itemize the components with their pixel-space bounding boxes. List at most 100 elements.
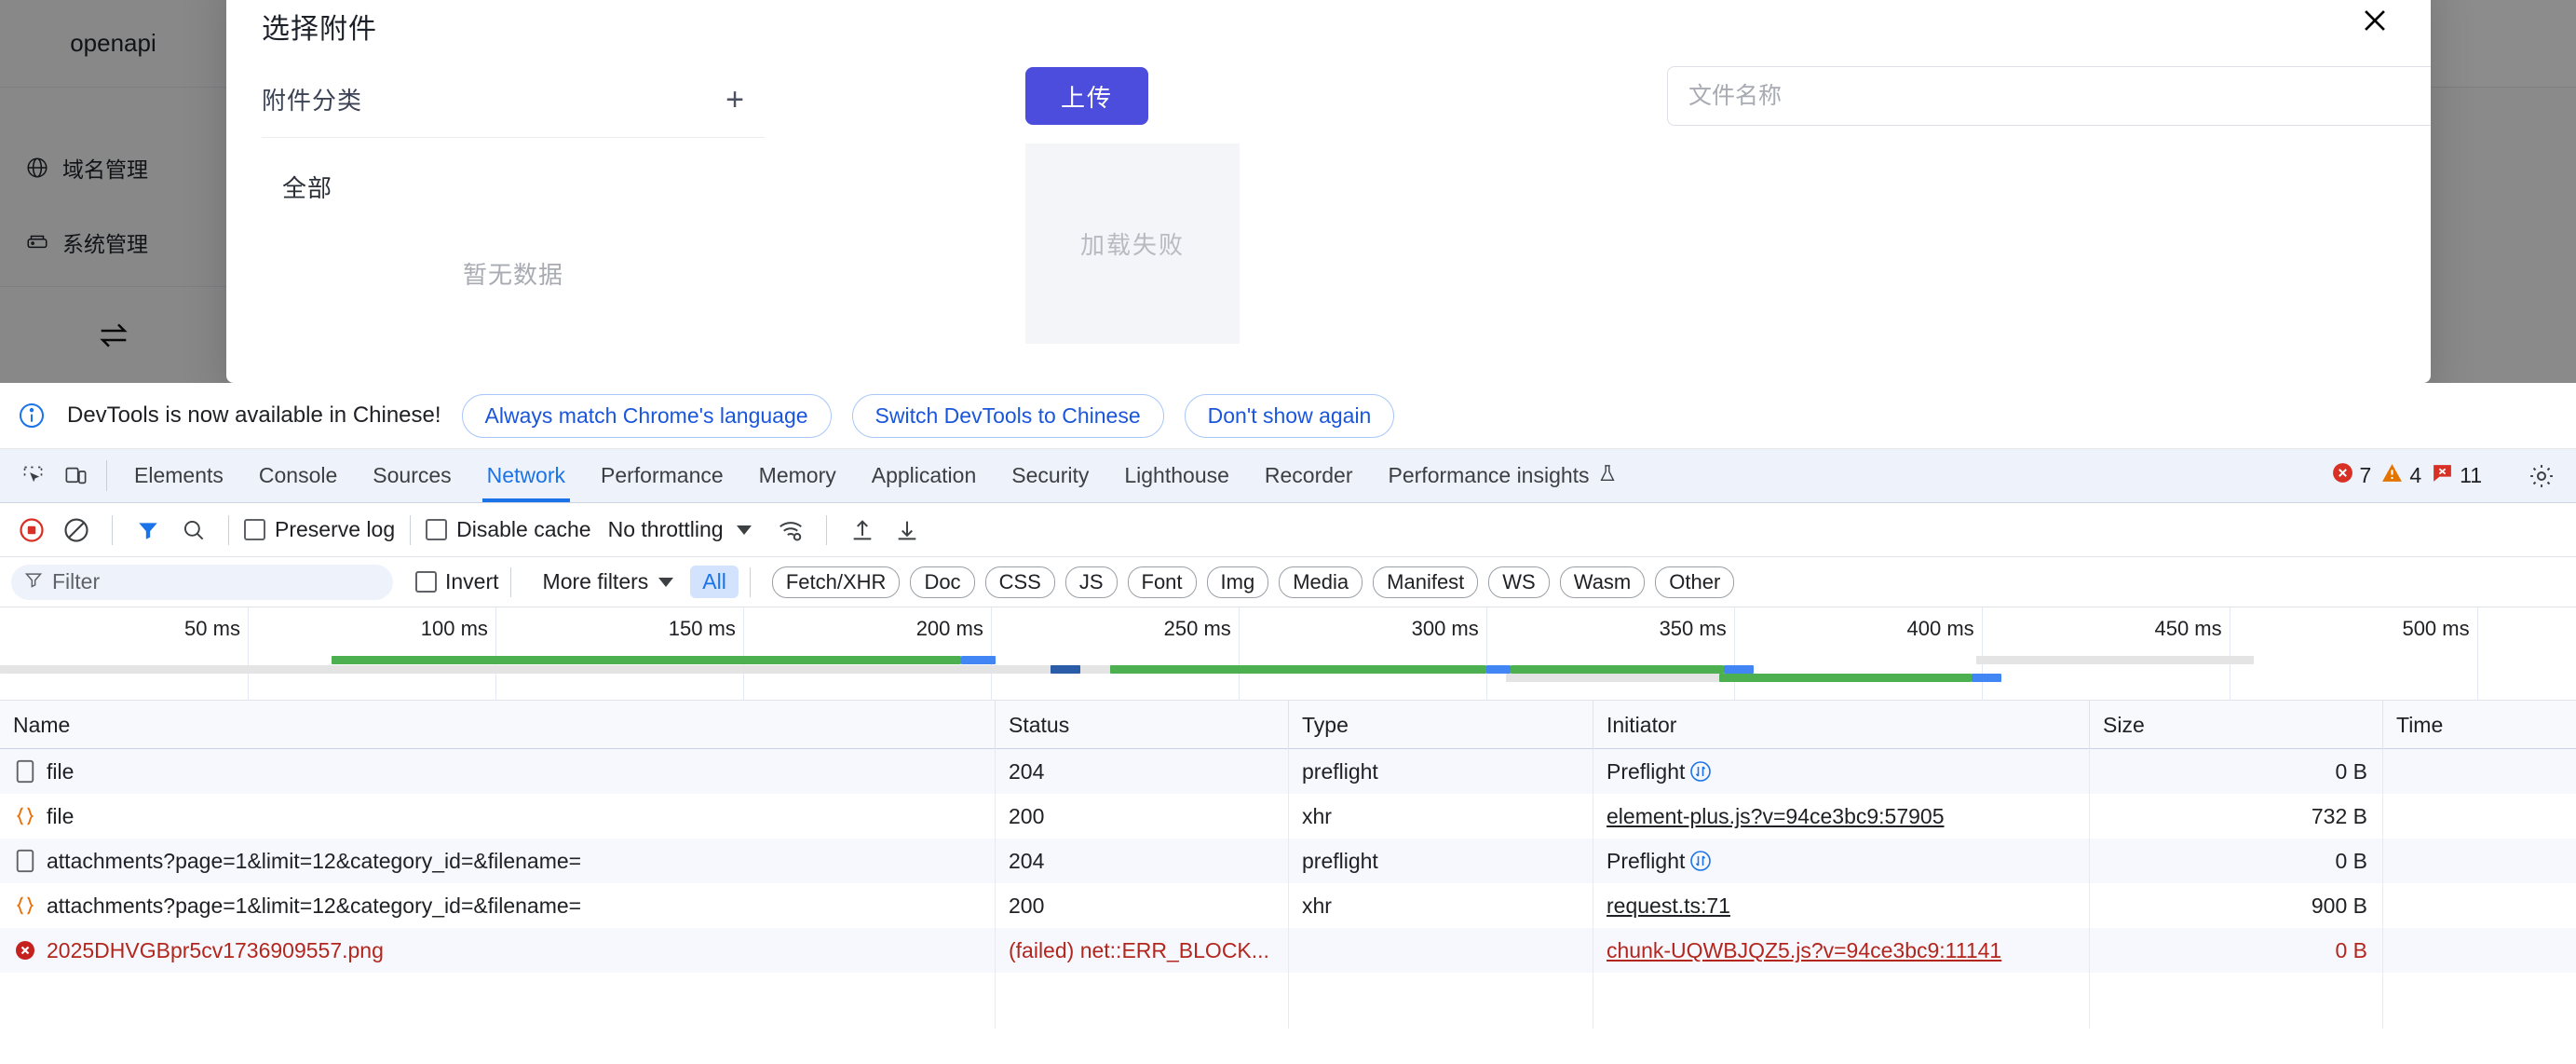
timeline-bar [1976,656,2255,664]
filter-type-other[interactable]: Other [1655,566,1735,598]
network-requests-table: Name Status Type Initiator Size Time file 204 p… [0,701,2576,1029]
device-toolbar-icon[interactable] [54,449,97,502]
column-header-type[interactable]: Type [1288,701,1593,749]
network-conditions-icon[interactable] [770,510,811,551]
filter-type-wasm[interactable]: Wasm [1559,566,1646,598]
request-type: preflight [1302,758,1378,784]
attachment-thumbnail-failed[interactable]: 加载失败 [1025,143,1240,344]
search-icon[interactable] [172,510,213,551]
upload-button[interactable]: 上传 [1025,67,1148,125]
request-name: file [47,758,75,784]
dont-show-again-button[interactable]: Don't show again [1184,393,1395,438]
request-size: 0 B [2335,937,2367,962]
more-filters-label: More filters [542,569,649,593]
tab-recorder[interactable]: Recorder [1247,449,1371,502]
thumbnail-failed-label: 加载失败 [1079,231,1185,259]
request-status: (failed) net::ERR_BLOCK... [1009,937,1269,962]
filter-funnel-icon[interactable] [128,510,169,551]
initiator-link[interactable]: element-plus.js?v=94ce3bc9:57905 [1607,804,1945,829]
toolbar-divider-2 [228,514,229,545]
initiator-link[interactable]: chunk-UQWBJQZ5.js?v=94ce3bc9:11141 [1607,938,2001,963]
timeline-bar [1506,674,1719,682]
clear-icon[interactable] [56,510,97,551]
gear-icon[interactable] [2520,462,2563,490]
timeline-gridline [990,607,992,701]
tab-performance-insights[interactable]: Performance insights [1371,449,1635,502]
filter-type-manifest[interactable]: Manifest [1373,566,1479,598]
filter-type-fetch-xhr[interactable]: Fetch/XHR [771,566,901,598]
column-header-initiator[interactable]: Initiator [1593,701,2089,749]
dialog-title: 选择附件 [262,14,377,45]
tab-memory[interactable]: Memory [741,449,854,502]
tab-application[interactable]: Application [854,449,995,502]
filter-type-ws[interactable]: WS [1488,566,1550,598]
filter-type-font[interactable]: Font [1127,566,1197,598]
tab-security[interactable]: Security [994,449,1106,502]
toolbar-divider-1 [112,514,113,545]
tab-console[interactable]: Console [241,449,355,502]
throttling-select[interactable]: No throttling [608,517,752,542]
error-count[interactable]: 7 [2331,461,2371,490]
filter-type-media[interactable]: Media [1279,566,1363,598]
attachment-category-panel: 附件分类 + 全部 暂无数据 [262,73,765,291]
toolbar-divider-4 [825,514,827,545]
search-input[interactable] [1667,66,2431,126]
filter-type-all[interactable]: All [690,566,739,598]
checkbox-box [244,519,265,540]
initiator-link[interactable]: request.ts:71 [1607,893,1730,919]
filter-type-js[interactable]: JS [1064,566,1118,598]
filter-type-img[interactable]: Img [1206,566,1269,598]
table-row[interactable]: attachments?page=1&limit=12&category_id=… [0,883,2576,928]
json-braces-icon [13,805,37,827]
network-overview-timeline[interactable]: 50 ms 100 ms 150 ms 200 ms 250 ms 300 ms 350 m… [0,607,2576,701]
throttling-value: No throttling [607,517,724,541]
table-row[interactable]: attachments?page=1&limit=12&category_id=… [0,839,2576,883]
timeline-tick-label: 150 ms [668,617,736,640]
timeline-tick-label: 200 ms [915,617,983,640]
always-match-language-button[interactable]: Always match Chrome's language [461,393,832,438]
plus-icon[interactable]: + [725,84,744,116]
column-header-size[interactable]: Size [2089,701,2382,749]
switch-to-chinese-button[interactable]: Switch DevTools to Chinese [851,393,1164,438]
tab-sources[interactable]: Sources [355,449,468,502]
request-status: 204 [1009,848,1045,873]
column-header-status[interactable]: Status [995,701,1288,749]
column-header-time[interactable]: Time [2382,701,2576,749]
inspect-element-icon[interactable] [11,449,54,502]
timeline-gridline [1733,607,1735,701]
document-outline-icon [13,759,37,784]
filter-type-css[interactable]: CSS [984,566,1055,598]
more-filters-dropdown[interactable]: More filters [543,569,674,594]
filter-input[interactable] [52,569,380,594]
close-button[interactable] [2356,4,2393,41]
tab-elements[interactable]: Elements [116,449,241,502]
timeline-tick-label: 400 ms [1906,617,1974,640]
tab-lighthouse[interactable]: Lighthouse [1106,449,1247,502]
timeline-gridline [742,607,744,701]
column-header-name[interactable]: Name [0,701,995,749]
request-type: xhr [1302,803,1332,828]
initiator-text: Preflight [1607,758,1686,784]
disable-cache-checkbox[interactable]: Disable cache [426,517,591,542]
record-stop-icon[interactable] [11,510,52,551]
import-har-icon[interactable] [842,510,883,551]
request-size: 732 B [2311,803,2367,828]
timeline-tick-label: 50 ms [184,617,240,640]
warning-triangle-icon [2380,461,2404,490]
tab-performance[interactable]: Performance [583,449,741,502]
filterbar-divider [509,566,511,597]
table-row[interactable]: file 204 preflight Preflight 0 B [0,749,2576,794]
network-toolbar: Preserve log Disable cache No throttling [0,503,2576,557]
category-item-all[interactable]: 全部 [262,138,765,204]
table-row[interactable]: file 200 xhr element-plus.js?v=94ce3bc9:579… [0,794,2576,839]
table-row[interactable]: 2025DHVGBpr5cv1736909557.png (failed) net… [0,928,2576,973]
export-har-icon[interactable] [887,510,928,551]
tab-network[interactable]: Network [469,449,583,502]
issue-count[interactable]: 11 [2431,461,2482,490]
timeline-bar [1109,665,1486,674]
warning-count[interactable]: 4 [2380,461,2421,490]
filter-type-doc[interactable]: Doc [910,566,975,598]
preserve-log-checkbox[interactable]: Preserve log [244,517,395,542]
request-size: 900 B [2311,893,2367,918]
invert-checkbox[interactable]: Invert [415,569,499,594]
